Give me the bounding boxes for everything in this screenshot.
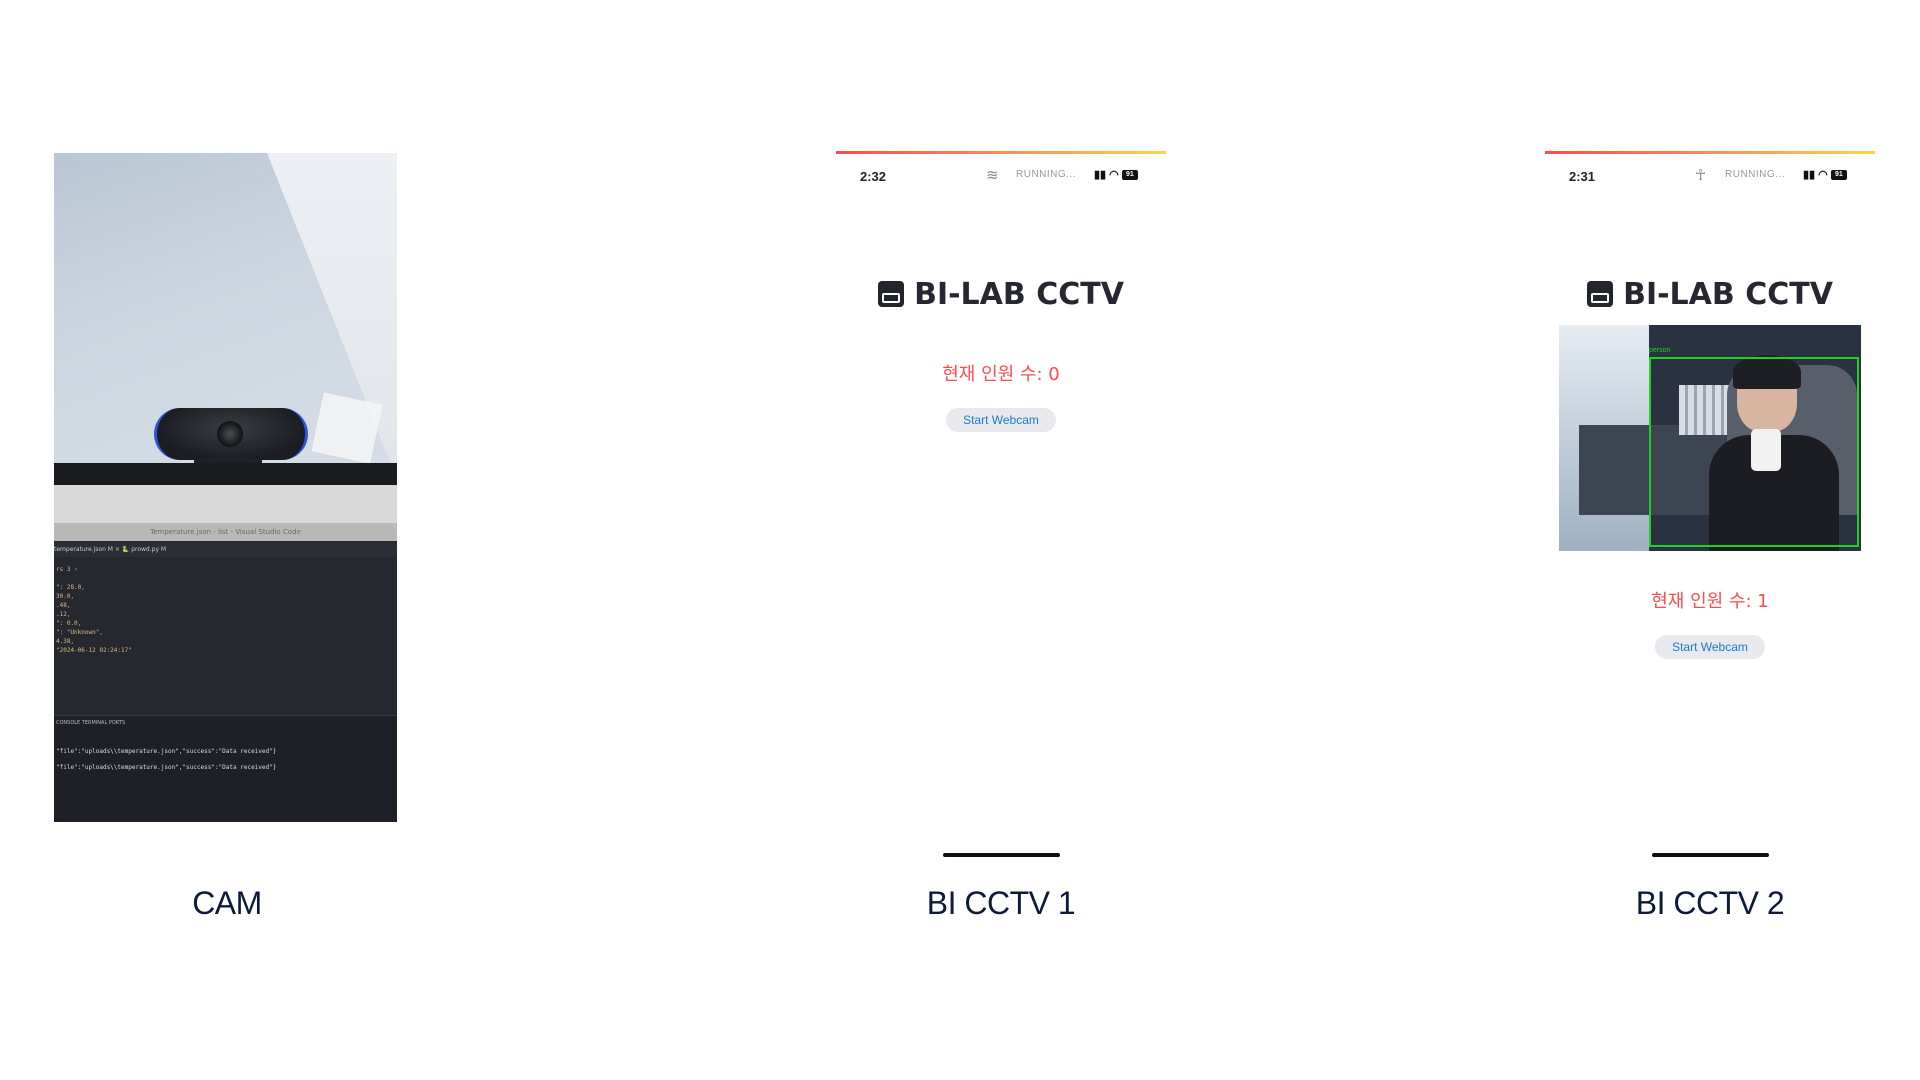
caption-cam: CAM — [192, 885, 262, 921]
home-indicator — [1652, 853, 1769, 857]
cctv-logo-icon — [1587, 281, 1614, 307]
running-status: RUNNING... — [1725, 169, 1785, 180]
phone-screen-1: 2:32 ≋ RUNNING... ▮▮ ◠ 91 BI-LAB CCTV 현재… — [836, 151, 1166, 861]
status-bar: 2:31 ☥ RUNNING... ▮▮ ◠ 91 — [1545, 165, 1875, 185]
person-bounding-box — [1649, 357, 1859, 547]
clock: 2:31 — [1569, 169, 1596, 184]
person-count: 현재 인원 수: 0 — [942, 364, 1060, 385]
caption-cctv-1: BI CCTV 1 — [926, 885, 1076, 921]
wifi-icon: ◠ — [1818, 169, 1828, 181]
phone-screen-2: 2:31 ☥ RUNNING... ▮▮ ◠ 91 BI-LAB CCTV pe… — [1545, 151, 1875, 861]
loading-bar — [1545, 151, 1875, 154]
running-status: RUNNING... — [1016, 169, 1076, 180]
system-icons: ▮▮ ◠ 91 — [1094, 168, 1138, 181]
caption-cctv-2: BI CCTV 2 — [1635, 885, 1785, 921]
terminal-tabs: CONSOLE TERMINAL PORTS — [56, 720, 126, 726]
signal-icon: ▮▮ — [1094, 169, 1107, 181]
wifi-icon: ◠ — [1109, 169, 1119, 181]
code-editor: rs 3 › ": 28.0, 30.0, .48, .12, ": 0.0, … — [56, 566, 132, 654]
vscode-tabs: temperature.json M × 🐍 prowd.py M — [54, 543, 397, 557]
swimmer-icon: ≋ — [986, 167, 999, 184]
terminal-output: "file":"uploads\\temperature.json","succ… — [56, 748, 277, 771]
app-title: BI-LAB CCTV — [1545, 277, 1875, 312]
app-title-text: BI-LAB CCTV — [914, 277, 1124, 312]
battery-icon: 91 — [1121, 170, 1138, 181]
webcam-device — [154, 408, 308, 460]
walker-icon: ☥ — [1695, 167, 1707, 184]
webcam-feed: person — [1559, 325, 1861, 551]
detection-label: person — [1649, 347, 1671, 354]
cam-photo: Temperature.json - list - Visual Studio … — [54, 153, 397, 822]
system-icons: ▮▮ ◠ 91 — [1803, 168, 1847, 181]
terminal-panel: CONSOLE TERMINAL PORTS "file":"uploads\\… — [54, 715, 397, 822]
vscode-title: Temperature.json - list - Visual Studio … — [54, 523, 397, 541]
start-webcam-button[interactable]: Start Webcam — [1655, 635, 1765, 659]
status-bar: 2:32 ≋ RUNNING... ▮▮ ◠ 91 — [836, 165, 1166, 185]
loading-bar — [836, 151, 1166, 154]
cctv-logo-icon — [878, 281, 905, 307]
start-webcam-button[interactable]: Start Webcam — [946, 408, 1056, 432]
app-title: BI-LAB CCTV — [836, 277, 1166, 312]
monitor-bezel — [54, 463, 397, 485]
webcam-lens — [217, 421, 243, 447]
monitor-screen: Temperature.json - list - Visual Studio … — [54, 485, 397, 822]
battery-icon: 91 — [1830, 170, 1847, 181]
person-count: 현재 인원 수: 1 — [1651, 591, 1769, 612]
paper-note — [311, 392, 383, 464]
home-indicator — [943, 853, 1060, 857]
clock: 2:32 — [860, 169, 887, 184]
signal-icon: ▮▮ — [1803, 169, 1816, 181]
app-title-text: BI-LAB CCTV — [1623, 277, 1833, 312]
